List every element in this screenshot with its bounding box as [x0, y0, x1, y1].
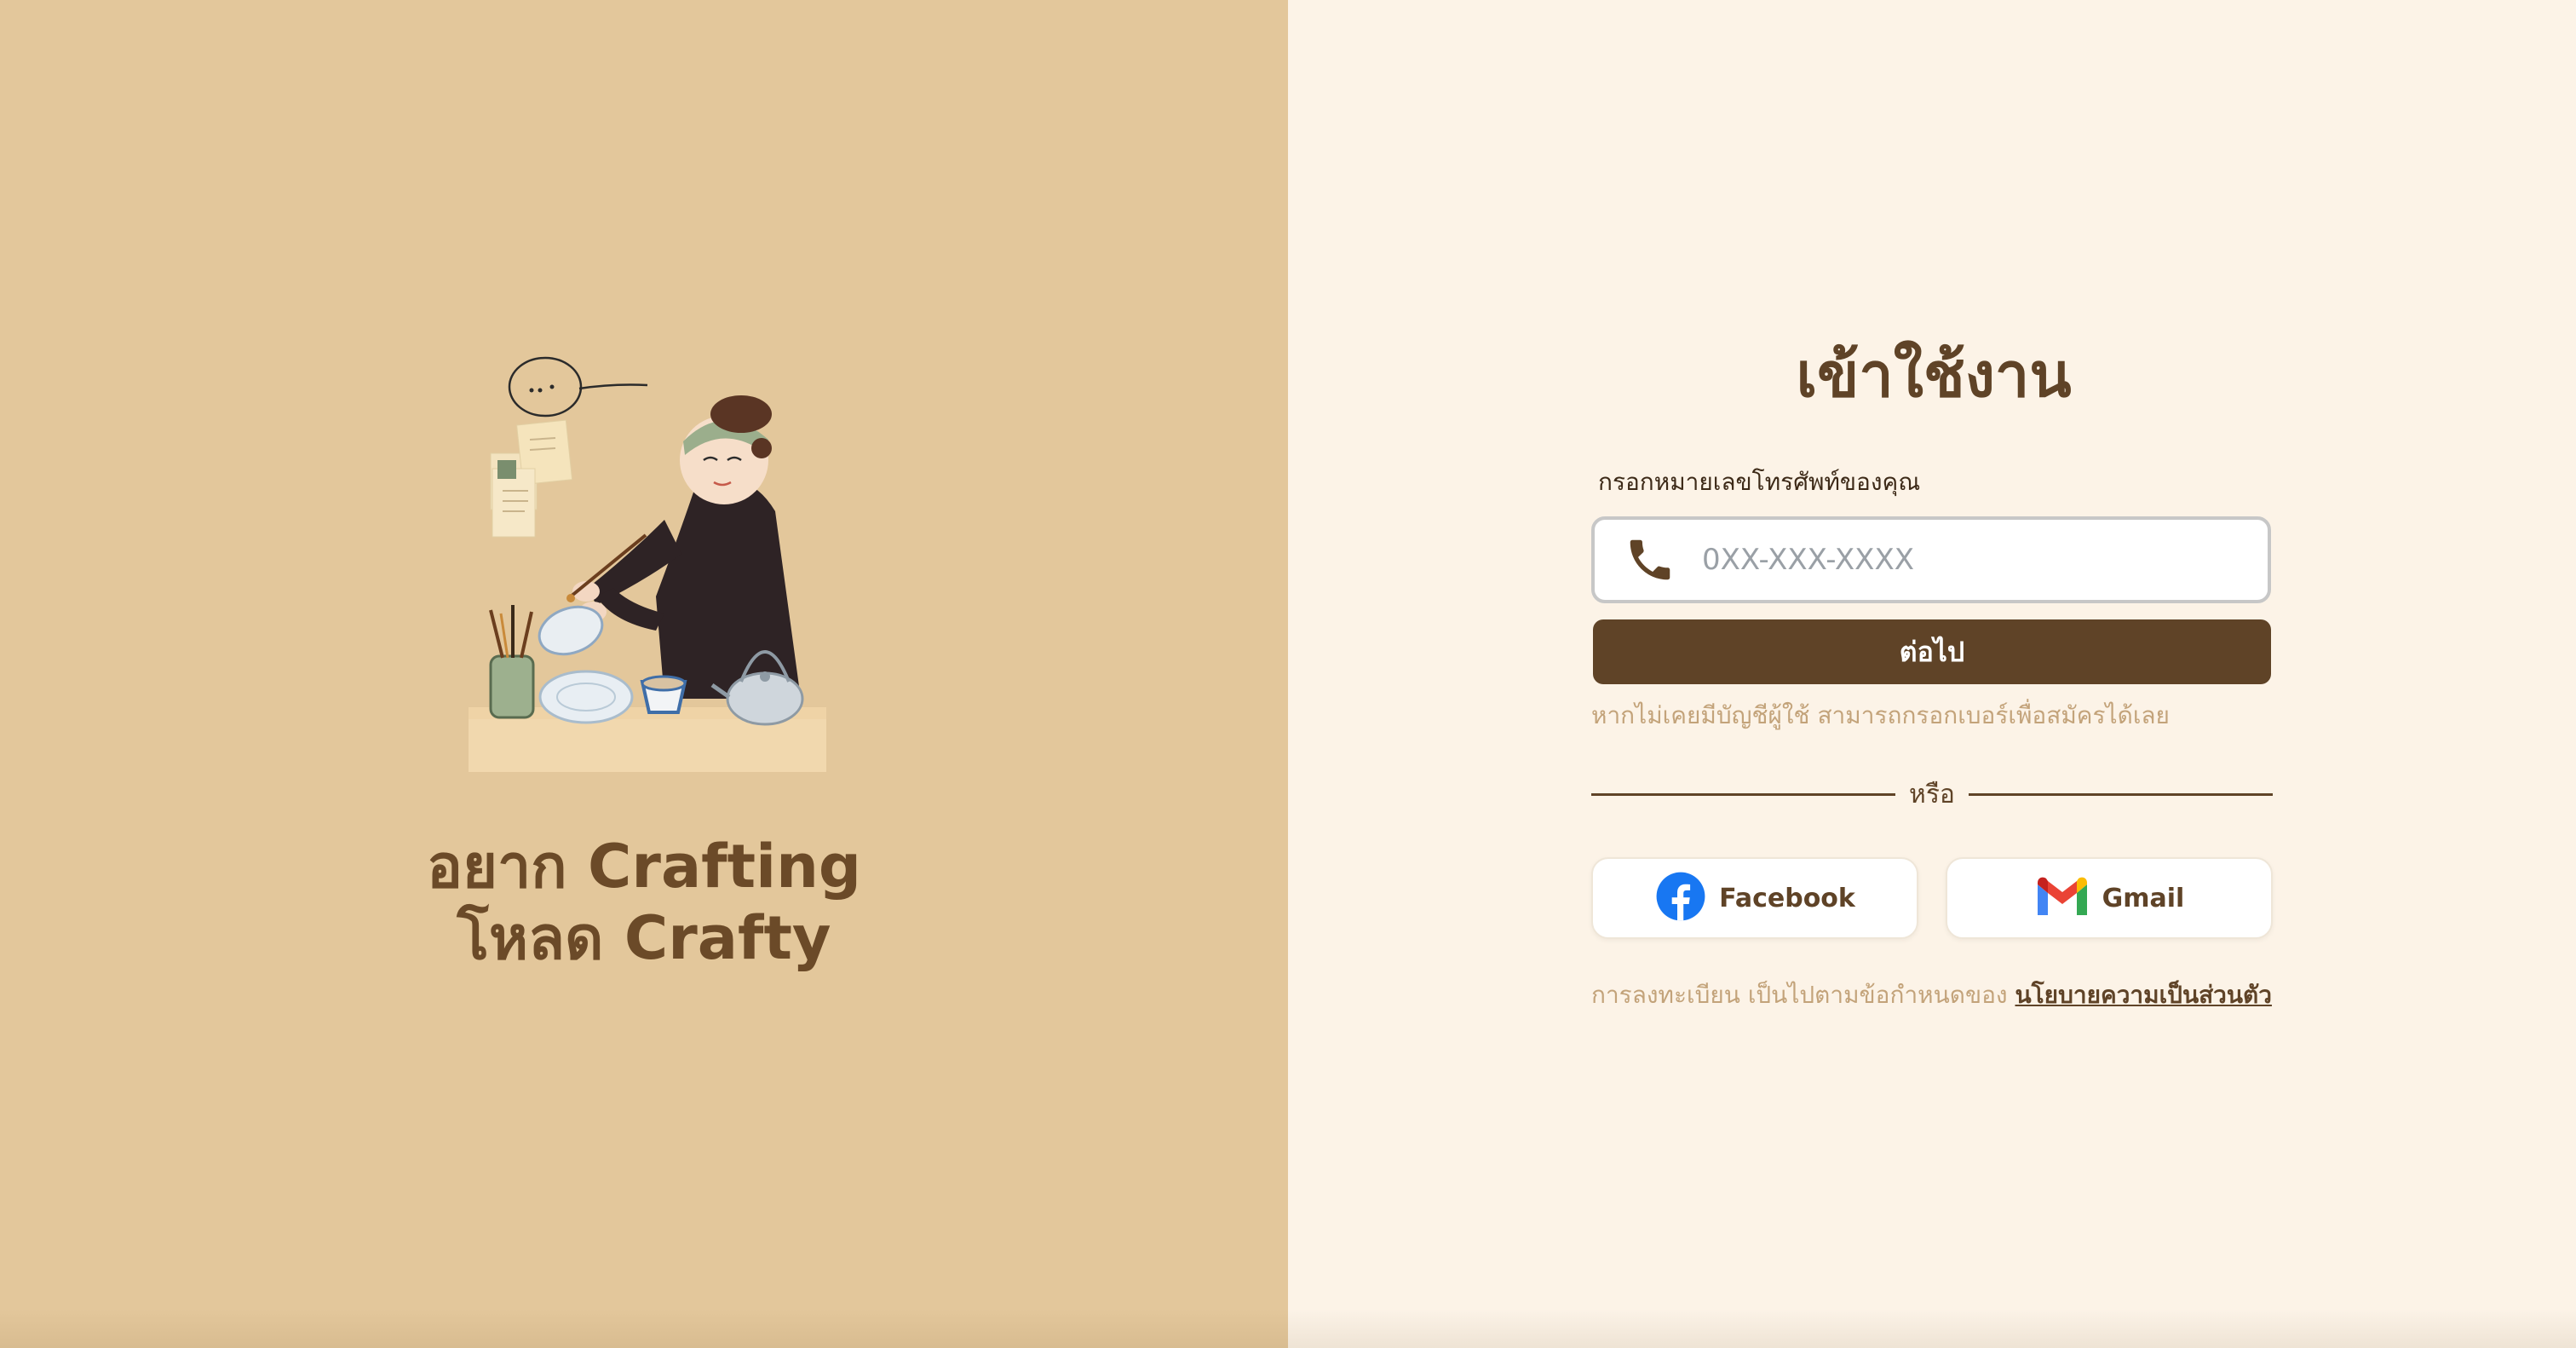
signup-hint: หากไม่เคยมีบัญชีผู้ใช้ สามารถกรอกเบอร์เพ…	[1591, 701, 2170, 729]
brand-tagline: อยาก Crafting โหลด Crafty	[0, 831, 1288, 974]
artisan-illustration	[469, 356, 826, 772]
divider-text: หรือ	[1909, 779, 1955, 809]
privacy-policy-link[interactable]: นโยบายความเป็นส่วนตัว	[2015, 981, 2271, 1009]
page-title: เข้าใช้งาน	[1796, 339, 2072, 411]
policy-notice: การลงทะเบียน เป็นไปตามข้อกำหนดของ นโยบาย…	[1591, 978, 2272, 1012]
gmail-icon	[2034, 874, 2090, 922]
facebook-login-button[interactable]: Facebook	[1591, 857, 1918, 939]
phone-label: กรอกหมายเลขโทรศัพท์ของคุณ	[1598, 468, 1921, 496]
next-button[interactable]: ต่อไป	[1593, 619, 2271, 684]
bottom-shadow	[0, 1309, 1288, 1348]
brand-panel: อยาก Crafting โหลด Crafty	[0, 0, 1288, 1348]
tagline-line-2: โหลด Crafty	[457, 903, 831, 973]
phone-field[interactable]	[1591, 516, 2271, 603]
login-page: อยาก Crafting โหลด Crafty เข้าใช้งาน กรอ…	[0, 0, 2576, 1348]
facebook-icon	[1654, 870, 1707, 926]
facebook-label: Facebook	[1719, 883, 1855, 913]
or-divider: หรือ	[1591, 777, 2273, 811]
phone-input[interactable]	[1700, 542, 2268, 578]
divider-line-left	[1591, 792, 1896, 796]
bottom-shadow	[1288, 1309, 2576, 1348]
tagline-line-1: อยาก Crafting	[426, 832, 862, 902]
phone-icon	[1620, 530, 1680, 590]
policy-text: การลงทะเบียน เป็นไปตามข้อกำหนดของ	[1591, 981, 2008, 1009]
divider-line-right	[1968, 792, 2273, 796]
gmail-label: Gmail	[2102, 883, 2185, 913]
gmail-login-button[interactable]: Gmail	[1946, 857, 2273, 939]
